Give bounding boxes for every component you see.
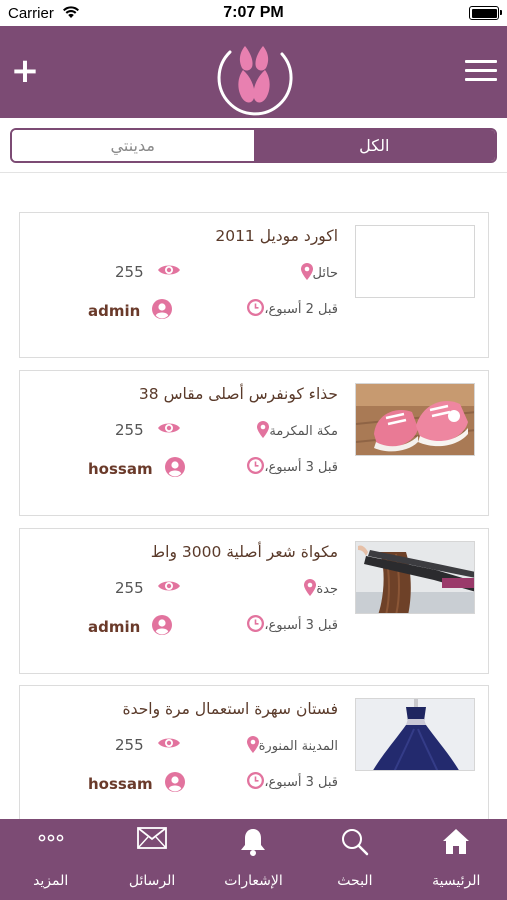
- user-avatar-icon: [152, 299, 173, 323]
- username: hossam: [88, 460, 153, 478]
- tab-notifications-label: الإشعارات: [224, 873, 283, 889]
- clock-icon: [247, 772, 265, 793]
- clock: 7:07 PM: [223, 4, 284, 21]
- tab-messages[interactable]: الرسائل: [101, 819, 202, 900]
- listing-card[interactable]: حذاء كونفرس أصلى مقاس 38 مكة المكرمة قبل…: [19, 370, 489, 516]
- listing-card[interactable]: مكواة شعر أصلية 3000 واط جدة قبل 3 أسبوع…: [19, 528, 489, 674]
- listing-location: حائل: [295, 263, 338, 284]
- user-avatar-icon: [164, 457, 185, 481]
- tab-more-label: المزيد: [33, 873, 69, 889]
- listing-user[interactable]: hossam: [88, 772, 185, 796]
- username: admin: [88, 302, 141, 320]
- listing-thumbnail-hair-straightener: [355, 541, 475, 614]
- views-count: 255: [115, 421, 144, 439]
- app-header: +: [0, 26, 507, 118]
- listing-views: 255: [115, 263, 180, 281]
- listing-city: مكة المكرمة: [269, 424, 338, 439]
- envelope-icon: [137, 827, 167, 853]
- username: hossam: [88, 775, 153, 793]
- search-icon: [340, 827, 370, 861]
- listing-city: حائل: [312, 266, 338, 281]
- listing-views: 255: [115, 736, 180, 754]
- listing-title: اكورد موديل 2011: [215, 227, 338, 245]
- tab-home[interactable]: الرئيسية: [406, 819, 507, 900]
- listing-time-text: قبل 3 أسبوع،: [264, 460, 338, 475]
- listing-title: مكواة شعر أصلية 3000 واط: [150, 543, 338, 561]
- bottom-tab-bar: الرئيسية البحث الإشعارات الرسائل المزيد: [0, 819, 507, 900]
- listings-list[interactable]: اكورد موديل 2011 حائل قبل 2 أسبوع، 255 a…: [0, 173, 507, 819]
- listing-location: مكة المكرمة: [251, 421, 338, 442]
- listing-time: قبل 3 أسبوع،: [241, 615, 338, 636]
- clock-icon: [247, 457, 265, 478]
- listing-title: فستان سهرة استعمال مرة واحدة: [122, 700, 338, 718]
- eye-icon: [157, 263, 180, 281]
- app-logo: [212, 34, 296, 118]
- listing-time-text: قبل 3 أسبوع،: [264, 618, 338, 633]
- plus-icon[interactable]: +: [10, 54, 40, 88]
- eye-icon: [157, 736, 180, 754]
- listing-user[interactable]: admin: [88, 299, 173, 323]
- bell-icon: [240, 827, 266, 861]
- hamburger-menu-icon[interactable]: [465, 60, 497, 84]
- views-count: 255: [115, 263, 144, 281]
- eye-icon: [157, 579, 180, 597]
- city-filter-segment: الكل مدينتي: [10, 128, 497, 163]
- location-pin-icon: [246, 736, 259, 757]
- tab-messages-label: الرسائل: [128, 873, 176, 889]
- views-count: 255: [115, 579, 144, 597]
- eye-icon: [157, 421, 180, 439]
- user-avatar-icon: [152, 615, 173, 639]
- tab-more[interactable]: المزيد: [0, 819, 101, 900]
- segment-my-city[interactable]: مدينتي: [12, 130, 254, 161]
- user-avatar-icon: [164, 772, 185, 796]
- listing-thumbnail-navy-evening-dress: [355, 698, 475, 771]
- tab-notifications[interactable]: الإشعارات: [203, 819, 304, 900]
- listing-thumbnail-pink-sneakers: [355, 383, 475, 456]
- username: admin: [88, 618, 141, 636]
- tab-search-label: البحث: [337, 873, 373, 889]
- listing-city: المدينة المنورة: [258, 739, 338, 754]
- app-screen: Carrier 7:07 PM + الكل مدينتي اكورد مودي…: [0, 0, 507, 900]
- segment-all[interactable]: الكل: [253, 130, 495, 161]
- listing-time-text: قبل 2 أسبوع،: [264, 302, 338, 317]
- location-pin-icon: [300, 263, 313, 284]
- home-icon: [441, 827, 471, 859]
- listing-card[interactable]: اكورد موديل 2011 حائل قبل 2 أسبوع، 255 a…: [19, 212, 489, 358]
- listing-time: قبل 2 أسبوع،: [241, 299, 338, 320]
- listing-user[interactable]: hossam: [88, 457, 185, 481]
- listing-views: 255: [115, 579, 180, 597]
- listing-location: المدينة المنورة: [241, 736, 338, 757]
- listing-location: جدة: [298, 579, 338, 600]
- views-count: 255: [115, 736, 144, 754]
- listing-city: جدة: [316, 582, 338, 597]
- listing-time: قبل 3 أسبوع،: [241, 457, 338, 478]
- listing-user[interactable]: admin: [88, 615, 173, 639]
- listing-time: قبل 3 أسبوع،: [241, 772, 338, 793]
- clock-icon: [247, 615, 265, 636]
- listing-views: 255: [115, 421, 180, 439]
- location-pin-icon: [304, 579, 317, 600]
- listing-thumbnail-empty: [355, 225, 475, 298]
- location-pin-icon: [257, 421, 270, 442]
- listing-time-text: قبل 3 أسبوع،: [264, 775, 338, 790]
- tab-search[interactable]: البحث: [304, 819, 405, 900]
- battery-icon: [469, 6, 502, 20]
- listing-title: حذاء كونفرس أصلى مقاس 38: [138, 385, 338, 403]
- listing-card[interactable]: فستان سهرة استعمال مرة واحدة المدينة الم…: [19, 685, 489, 819]
- clock-icon: [247, 299, 265, 320]
- tab-home-label: الرئيسية: [432, 873, 481, 889]
- status-bar: Carrier 7:07 PM: [0, 0, 507, 26]
- more-dots-icon: [37, 827, 65, 853]
